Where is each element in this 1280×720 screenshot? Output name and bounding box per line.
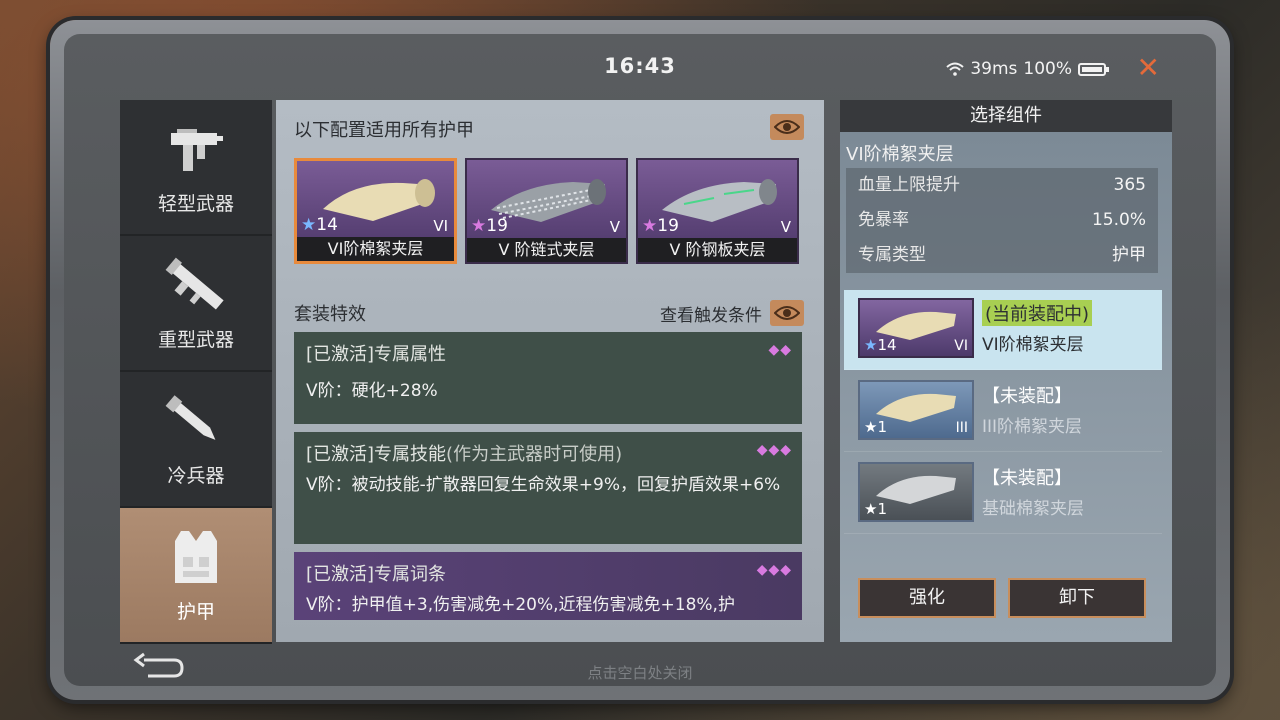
effect-dots: ◆◆ <box>768 342 792 358</box>
effect-head: [已激活]专属技能(作为主武器时可使用) <box>306 444 623 465</box>
stat-row: 免暴率 15.0% <box>858 210 1146 230</box>
category-sidebar: 轻型武器 重型武器 冷兵器 护甲 <box>120 100 272 644</box>
footer-hint: 点击空白处关闭 <box>587 664 693 682</box>
card-name: V 阶链式夹层 <box>467 238 626 262</box>
layer-card-chain[interactable]: ★19 V V 阶链式夹层 <box>465 158 628 264</box>
sidebar-item-armor[interactable]: 护甲 <box>120 508 272 644</box>
trigger-conditions-link[interactable]: 查看触发条件 <box>660 300 804 326</box>
stats-list: 血量上限提升 365 免暴率 15.0% 专属类型 护甲 <box>846 168 1158 273</box>
effect-exclusive-entry: [已激活]专属词条 ◆◆◆ V阶：护甲值+3,伤害减免+20%,近程伤害减免+1… <box>294 552 802 620</box>
armor-layer-cards: ★14 VI VI阶棉絮夹层 ★19 V V 阶链式夹层 ★19 V V 阶钢板… <box>294 158 799 264</box>
component-thumb: ★14 VI <box>858 298 974 358</box>
sidebar-item-light-weapons[interactable]: 轻型武器 <box>120 100 272 236</box>
component-name: III阶棉絮夹层 <box>982 417 1083 437</box>
status-bar: 39ms 100% <box>946 59 1109 79</box>
effect-body: V阶：护甲值+3,伤害减免+20%,近程伤害减免+18%,护 <box>306 595 735 615</box>
component-thumb: ★1 III <box>858 380 974 440</box>
panel-header: 选择组件 <box>840 100 1172 132</box>
set-effects-title: 套装特效 <box>294 304 366 325</box>
equip-status-tag: 【未装配】 <box>982 468 1072 489</box>
tier-badge: V <box>780 218 791 236</box>
unequip-button[interactable]: 卸下 <box>1008 578 1146 618</box>
effect-exclusive-attribute: [已激活]专属属性 ◆◆ V阶：硬化+28% <box>294 332 802 424</box>
vest-icon <box>175 530 217 583</box>
layer-card-steel[interactable]: ★19 V V 阶钢板夹层 <box>636 158 799 264</box>
battery-icon <box>1078 62 1109 76</box>
equip-status-tag: (当前装配中) <box>982 300 1093 326</box>
card-name: VI阶棉絮夹层 <box>297 237 454 261</box>
card-name: V 阶钢板夹层 <box>638 238 797 262</box>
stat-row: 血量上限提升 365 <box>858 175 1146 195</box>
battery-percent: 100% <box>1023 59 1072 79</box>
sidebar-item-label: 护甲 <box>176 600 215 623</box>
effect-head: [已激活]专属属性 <box>306 344 447 365</box>
effect-dots: ◆◆◆ <box>756 442 792 458</box>
panel-body: VI阶棉絮夹层 血量上限提升 365 免暴率 15.0% 专属类型 护甲 ★14 VI… <box>840 132 1172 642</box>
trigger-label: 查看触发条件 <box>660 305 762 326</box>
sidebar-item-heavy-weapons[interactable]: 重型武器 <box>120 236 272 372</box>
effect-body: V阶：被动技能-扩散器回复生命效果+9%，回复护盾效果+6% <box>306 475 781 495</box>
component-select-panel: 选择组件 VI阶棉絮夹层 血量上限提升 365 免暴率 15.0% 专属类型 护甲 ★… <box>840 100 1172 642</box>
component-item-equipped[interactable]: ★14 VI (当前装配中) VI阶棉絮夹层 <box>844 290 1162 370</box>
star-count: ★19 <box>471 216 508 236</box>
effect-exclusive-skill: [已激活]专属技能(作为主武器时可使用) ◆◆◆ V阶：被动技能-扩散器回复生命… <box>294 432 802 544</box>
launcher-icon <box>165 257 224 310</box>
effect-head: [已激活]专属词条 <box>306 564 447 585</box>
armor-config-panel: 以下配置适用所有护甲 ★14 VI VI阶棉絮夹层 ★19 V V 阶链式夹层 <box>276 100 824 642</box>
eye-icon[interactable] <box>770 300 804 326</box>
layer-card-cotton[interactable]: ★14 VI VI阶棉絮夹层 <box>294 158 457 264</box>
effect-dots: ◆◆◆ <box>756 562 792 578</box>
selected-component-title: VI阶棉絮夹层 <box>846 144 954 165</box>
knife-icon <box>165 394 216 440</box>
equip-status-tag: 【未装配】 <box>982 386 1072 407</box>
sidebar-item-label: 冷兵器 <box>167 464 225 487</box>
ping-value: 39ms <box>970 59 1018 79</box>
smg-icon <box>171 128 223 171</box>
game-screen: 16:43 39ms 100% ✕ 轻型武器 重型武器 冷兵器 护甲 以下配置适… <box>64 34 1216 686</box>
wifi-icon <box>946 62 964 76</box>
star-count: ★19 <box>642 216 679 236</box>
config-title: 以下配置适用所有护甲 <box>294 120 474 141</box>
component-name: 基础棉絮夹层 <box>982 499 1084 519</box>
sidebar-item-label: 重型武器 <box>157 328 234 351</box>
tier-badge: VI <box>433 217 448 235</box>
component-thumb: ★1 <box>858 462 974 522</box>
close-icon[interactable]: ✕ <box>1137 54 1160 82</box>
component-item[interactable]: ★1 III 【未装配】 III阶棉絮夹层 <box>844 372 1162 452</box>
sidebar-item-label: 轻型武器 <box>157 192 234 215</box>
effect-body: V阶：硬化+28% <box>306 381 438 401</box>
star-count: ★14 <box>301 215 338 235</box>
upgrade-button[interactable]: 强化 <box>858 578 996 618</box>
sidebar-item-melee[interactable]: 冷兵器 <box>120 372 272 508</box>
component-name: VI阶棉絮夹层 <box>982 335 1084 355</box>
stat-row: 专属类型 护甲 <box>858 245 1146 265</box>
device-frame: 16:43 39ms 100% ✕ 轻型武器 重型武器 冷兵器 护甲 以下配置适… <box>50 20 1230 700</box>
tier-badge: V <box>609 218 620 236</box>
eye-icon[interactable] <box>770 114 804 140</box>
component-item[interactable]: ★1 【未装配】 基础棉絮夹层 <box>844 454 1162 534</box>
